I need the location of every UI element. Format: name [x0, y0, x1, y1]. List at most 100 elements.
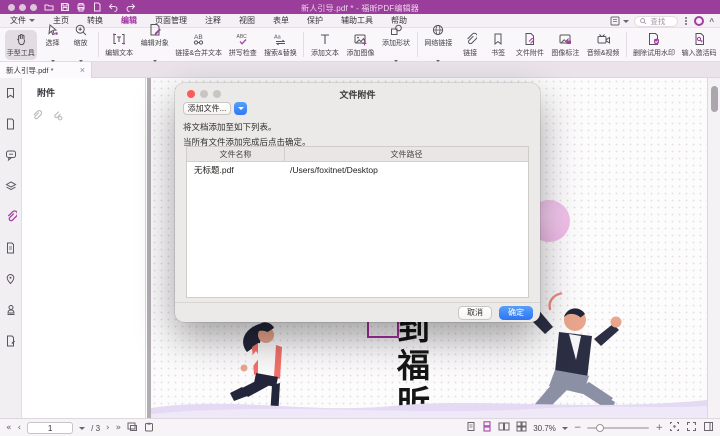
caret-down-icon[interactable]	[79, 427, 85, 430]
pages-panel-icon[interactable]	[5, 117, 16, 135]
location-pin-icon[interactable]	[5, 272, 16, 290]
fullscreen-icon[interactable]	[686, 419, 697, 436]
menu-accessibility[interactable]: 辅助工具	[335, 14, 379, 27]
zoom-in-button[interactable]: +	[655, 424, 663, 433]
search-input[interactable]: 查找	[634, 16, 678, 27]
title-bar: 新人引导.pdf * - 福昕PDF编辑器	[0, 0, 720, 14]
menu-form[interactable]: 表单	[267, 14, 295, 27]
dialog-footer: 取消 确定	[175, 302, 540, 322]
audio-video-icon	[596, 32, 611, 47]
image-icon	[353, 32, 367, 47]
zoom-level-label[interactable]: 30.7%	[533, 424, 556, 433]
file-name-cell: 无标题.pdf	[187, 164, 285, 176]
add-files-button[interactable]: 添加文件...	[183, 102, 231, 115]
watermark-shield-icon	[647, 32, 661, 47]
zoom-slider[interactable]	[587, 427, 649, 429]
column-header-file-name[interactable]: 文件名称	[187, 147, 285, 161]
stamps-panel-icon[interactable]	[5, 303, 17, 321]
spell-check-icon: ABC	[235, 32, 251, 47]
snapshot-icon[interactable]	[127, 419, 138, 436]
previous-page-button[interactable]: ‹	[18, 424, 22, 433]
add-text-icon	[318, 32, 332, 47]
caret-down-icon[interactable]	[562, 427, 568, 430]
ribbon-separator	[303, 32, 304, 57]
remove-trial-watermark-button[interactable]: 删除试用水印	[632, 30, 676, 60]
layers-panel-icon[interactable]	[5, 179, 17, 197]
scrollbar-thumb[interactable]	[711, 86, 718, 112]
menu-bar: 文件 主页 转换 编辑 页面管理 注释 视图 表单 保护 辅助工具 帮助 查找 …	[0, 14, 720, 28]
add-text-button[interactable]: 添加文本	[309, 30, 341, 60]
dialog-title-bar: 文件附件	[175, 83, 540, 103]
attachment-settings-icon[interactable]	[52, 108, 63, 126]
ab-join-icon: AB	[191, 32, 207, 47]
caret-down-icon	[238, 107, 244, 110]
zoom-out-button[interactable]: −	[574, 424, 582, 433]
attachments-panel-icon[interactable]	[5, 210, 17, 228]
bookmark-button[interactable]: 书签	[486, 30, 510, 60]
document-tab-label: 新人引导.pdf *	[6, 65, 72, 76]
fields-panel-icon[interactable]	[5, 334, 16, 352]
file-attachment-dialog: 文件附件 添加文件... 将文档添加至如下列表。 当所有文件添加完成后点击确定。…	[175, 83, 540, 322]
add-image-button[interactable]: 添加图像	[345, 30, 377, 60]
clipboard-icon[interactable]	[144, 419, 154, 436]
page-number-input[interactable]: 1	[27, 422, 73, 434]
last-page-button[interactable]: »	[116, 424, 122, 433]
menu-comment[interactable]: 注释	[199, 14, 227, 27]
column-header-file-path[interactable]: 文件路径	[285, 147, 528, 161]
zoom-slider-knob[interactable]	[596, 424, 604, 432]
audio-video-button[interactable]: 音频&视频	[585, 30, 621, 60]
svg-text:Aa: Aa	[274, 35, 282, 41]
paperclip-icon	[464, 32, 477, 47]
page-display-icon[interactable]	[610, 16, 629, 26]
continuous-view-icon[interactable]	[482, 419, 492, 436]
hand-icon	[14, 32, 28, 47]
marquee-zoom-icon[interactable]	[669, 419, 680, 436]
image-annotation-button[interactable]: 图像标注	[550, 30, 582, 60]
document-tab[interactable]: 新人引导.pdf * ×	[0, 62, 92, 78]
facing-view-icon[interactable]	[498, 419, 510, 436]
shapes-icon	[389, 22, 403, 37]
bookmarks-panel-icon[interactable]	[5, 86, 16, 104]
file-attachment-button[interactable]: 文件附件	[514, 30, 546, 60]
table-row[interactable]: 无标题.pdf /Users/foxitnet/Desktop	[187, 162, 528, 178]
page-pencil-icon	[148, 22, 162, 37]
document-tab-bar: 新人引导.pdf * ×	[0, 62, 720, 78]
vertical-scrollbar[interactable]	[707, 78, 720, 418]
close-tab-icon[interactable]: ×	[80, 66, 85, 75]
zoom-plus-icon	[74, 22, 88, 37]
file-path-cell: /Users/foxitnet/Desktop	[285, 165, 528, 175]
destinations-panel-icon[interactable]	[5, 241, 16, 259]
link-button[interactable]: 链接	[458, 30, 482, 60]
search-replace-button[interactable]: Aa 搜索&替换	[263, 30, 299, 60]
collapse-ribbon-icon[interactable]: ^	[709, 17, 714, 26]
page-bottom-wave	[151, 388, 707, 418]
comments-panel-icon[interactable]	[5, 148, 17, 166]
grid-view-icon[interactable]	[516, 419, 527, 436]
confirm-button[interactable]: 确定	[499, 306, 533, 320]
account-avatar[interactable]	[694, 16, 704, 26]
menu-file[interactable]: 文件	[4, 14, 41, 27]
hand-tool-button[interactable]: 手型工具	[5, 30, 37, 60]
next-page-button[interactable]: ›	[106, 424, 110, 433]
attachments-panel: 附件	[22, 78, 146, 418]
more-options-icon[interactable]	[685, 20, 687, 22]
cursor-icon	[46, 22, 59, 37]
read-mode-icon[interactable]	[703, 419, 714, 436]
menu-view[interactable]: 视图	[233, 14, 261, 27]
svg-text:AB: AB	[194, 34, 203, 41]
link-join-text-button[interactable]: AB 链接&合并文本	[174, 30, 223, 60]
menu-protect[interactable]: 保护	[301, 14, 329, 27]
bookmark-icon	[492, 32, 504, 47]
dialog-title: 文件附件	[175, 88, 540, 101]
caret-down-icon	[623, 20, 629, 23]
open-attachment-icon[interactable]	[31, 108, 42, 126]
cancel-button[interactable]: 取消	[458, 306, 492, 320]
single-page-view-icon[interactable]	[466, 419, 476, 436]
ribbon-separator	[417, 32, 418, 57]
add-files-dropdown-button[interactable]	[234, 102, 247, 115]
edit-text-button[interactable]: 编辑文本	[103, 30, 135, 60]
activation-code-button[interactable]: 输入激活码	[680, 30, 718, 60]
search-replace-icon: Aa	[273, 32, 288, 47]
first-page-button[interactable]: «	[6, 424, 12, 433]
spell-check-button[interactable]: ABC 拼写检查	[227, 30, 259, 60]
